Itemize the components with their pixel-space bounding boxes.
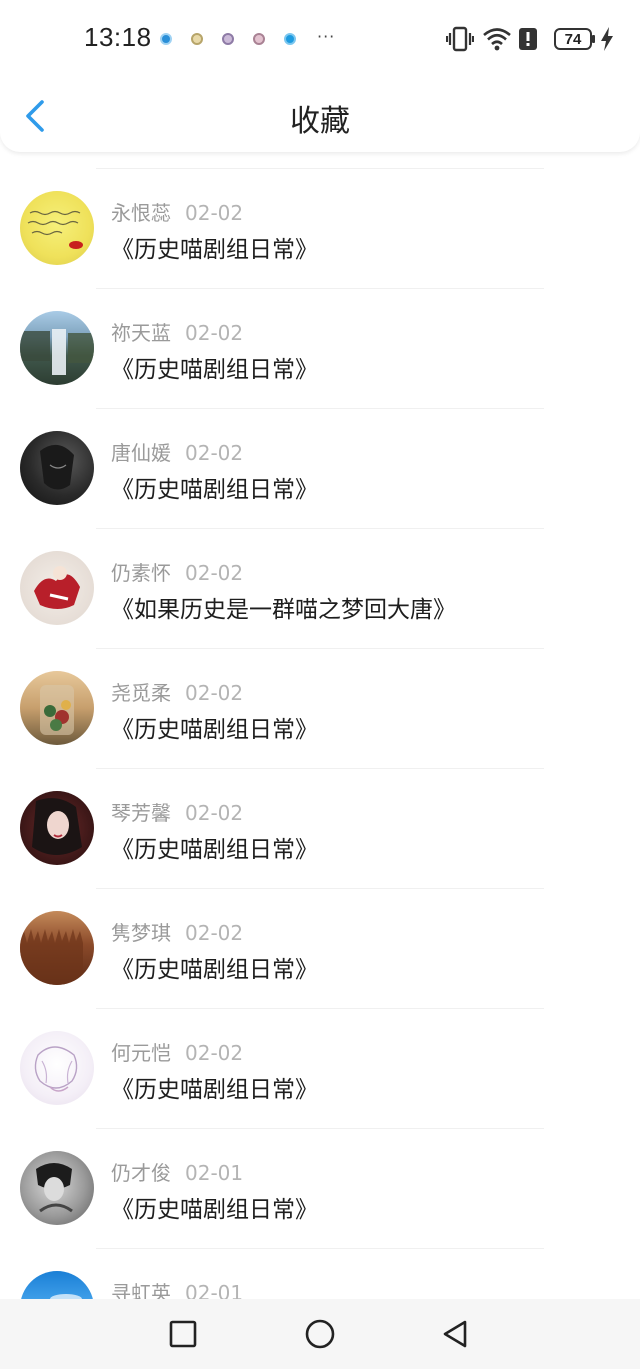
app-header: 13:18 ··· 74 收藏 bbox=[0, 0, 640, 152]
item-meta: 隽梦琪 02-02 bbox=[111, 917, 243, 946]
author-name: 琴芳馨 bbox=[111, 801, 171, 825]
item-title: 《历史喵剧组日常》 bbox=[111, 717, 318, 743]
divider bbox=[96, 288, 544, 289]
item-date: 02-02 bbox=[185, 321, 244, 345]
author-name: 隽梦琪 bbox=[111, 921, 171, 945]
item-date: 02-02 bbox=[185, 801, 244, 825]
favorite-item[interactable]: 尧觅柔 02-02 《历史喵剧组日常》 bbox=[0, 648, 640, 768]
author-name: 祢天蓝 bbox=[111, 321, 171, 345]
avatar[interactable] bbox=[20, 791, 94, 865]
item-title: 《历史喵剧组日常》 bbox=[111, 957, 318, 983]
divider bbox=[96, 888, 544, 889]
divider bbox=[96, 768, 544, 769]
avatar[interactable] bbox=[20, 191, 94, 265]
notification-app-icon bbox=[160, 33, 172, 45]
avatar[interactable] bbox=[20, 1151, 94, 1225]
favorite-item[interactable]: 隽梦琪 02-02 《历史喵剧组日常》 bbox=[0, 888, 640, 1008]
wifi-icon bbox=[482, 27, 512, 51]
battery-icon: 74 bbox=[554, 28, 595, 50]
page-title: 收藏 bbox=[290, 104, 350, 139]
item-date: 02-02 bbox=[185, 201, 244, 225]
favorite-item[interactable]: 仍才俊 02-01 《历史喵剧组日常》 bbox=[0, 1128, 640, 1248]
author-name: 尧觅柔 bbox=[111, 681, 171, 705]
item-meta: 永恨蕊 02-02 bbox=[111, 197, 243, 226]
item-title: 《如果历史是一群喵之梦回大唐》 bbox=[111, 597, 456, 623]
divider bbox=[96, 1008, 544, 1009]
item-meta: 唐仙媛 02-02 bbox=[111, 437, 243, 466]
charging-icon bbox=[600, 27, 614, 51]
favorite-item[interactable]: 琴芳馨 02-02 《历史喵剧组日常》 bbox=[0, 768, 640, 888]
item-title: 《历史喵剧组日常》 bbox=[111, 357, 318, 383]
square-icon bbox=[169, 1320, 197, 1348]
item-title: 《历史喵剧组日常》 bbox=[111, 1077, 318, 1103]
circle-icon bbox=[305, 1319, 335, 1349]
notification-app-icon bbox=[284, 33, 296, 45]
item-meta: 何元恺 02-02 bbox=[111, 1037, 243, 1066]
favorite-item[interactable]: 唐仙媛 02-02 《历史喵剧组日常》 bbox=[0, 408, 640, 528]
status-bar: 13:18 ··· 74 bbox=[0, 0, 640, 76]
divider bbox=[96, 1248, 544, 1249]
author-name: 仍素怀 bbox=[111, 561, 171, 585]
home-button[interactable] bbox=[305, 1319, 335, 1349]
divider bbox=[96, 648, 544, 649]
item-date: 02-02 bbox=[185, 561, 244, 585]
avatar[interactable] bbox=[20, 311, 94, 385]
item-date: 02-02 bbox=[185, 921, 244, 945]
more-notifications-icon: ··· bbox=[317, 26, 336, 46]
item-title: 《历史喵剧组日常》 bbox=[111, 837, 318, 863]
favorites-list: 永恨蕊 02-02 《历史喵剧组日常》 祢天蓝 02-02 《历史喵剧组日常》 唐仙… bbox=[0, 168, 640, 1368]
divider bbox=[96, 408, 544, 409]
divider bbox=[96, 528, 544, 529]
notification-app-icon bbox=[222, 33, 234, 45]
favorite-item[interactable]: 祢天蓝 02-02 《历史喵剧组日常》 bbox=[0, 288, 640, 408]
item-title: 《历史喵剧组日常》 bbox=[111, 477, 318, 503]
triangle-back-icon bbox=[443, 1320, 467, 1348]
notification-app-icon bbox=[191, 33, 203, 45]
alert-icon bbox=[518, 27, 538, 51]
item-title: 《历史喵剧组日常》 bbox=[111, 237, 318, 263]
item-title: 《历史喵剧组日常》 bbox=[111, 1197, 318, 1223]
notification-app-icon bbox=[253, 33, 265, 45]
avatar[interactable] bbox=[20, 1031, 94, 1105]
item-date: 02-01 bbox=[185, 1161, 244, 1185]
item-date: 02-02 bbox=[185, 1041, 244, 1065]
avatar[interactable] bbox=[20, 551, 94, 625]
item-date: 02-02 bbox=[185, 441, 244, 465]
item-meta: 琴芳馨 02-02 bbox=[111, 797, 243, 826]
item-meta: 祢天蓝 02-02 bbox=[111, 317, 243, 346]
favorite-item[interactable]: 仍素怀 02-02 《如果历史是一群喵之梦回大唐》 bbox=[0, 528, 640, 648]
back-nav-button[interactable] bbox=[441, 1319, 471, 1349]
author-name: 永恨蕊 bbox=[111, 201, 171, 225]
author-name: 何元恺 bbox=[111, 1041, 171, 1065]
status-time: 13:18 bbox=[84, 22, 152, 52]
item-date: 02-02 bbox=[185, 681, 244, 705]
system-icons: 74 bbox=[446, 24, 614, 54]
divider bbox=[96, 1128, 544, 1129]
author-name: 唐仙媛 bbox=[111, 441, 171, 465]
navigation-bar: 收藏 bbox=[0, 76, 640, 152]
item-meta: 仍素怀 02-02 bbox=[111, 557, 243, 586]
item-meta: 尧觅柔 02-02 bbox=[111, 677, 243, 706]
recent-apps-button[interactable] bbox=[168, 1319, 198, 1349]
favorite-item[interactable]: 永恨蕊 02-02 《历史喵剧组日常》 bbox=[0, 168, 640, 288]
system-navigation-bar bbox=[0, 1299, 640, 1369]
avatar[interactable] bbox=[20, 911, 94, 985]
notification-icons: ··· bbox=[160, 27, 335, 47]
item-meta: 仍才俊 02-01 bbox=[111, 1157, 243, 1186]
divider bbox=[96, 168, 544, 169]
avatar[interactable] bbox=[20, 671, 94, 745]
avatar[interactable] bbox=[20, 431, 94, 505]
vibrate-icon bbox=[446, 26, 474, 52]
favorite-item[interactable]: 何元恺 02-02 《历史喵剧组日常》 bbox=[0, 1008, 640, 1128]
author-name: 仍才俊 bbox=[111, 1161, 171, 1185]
